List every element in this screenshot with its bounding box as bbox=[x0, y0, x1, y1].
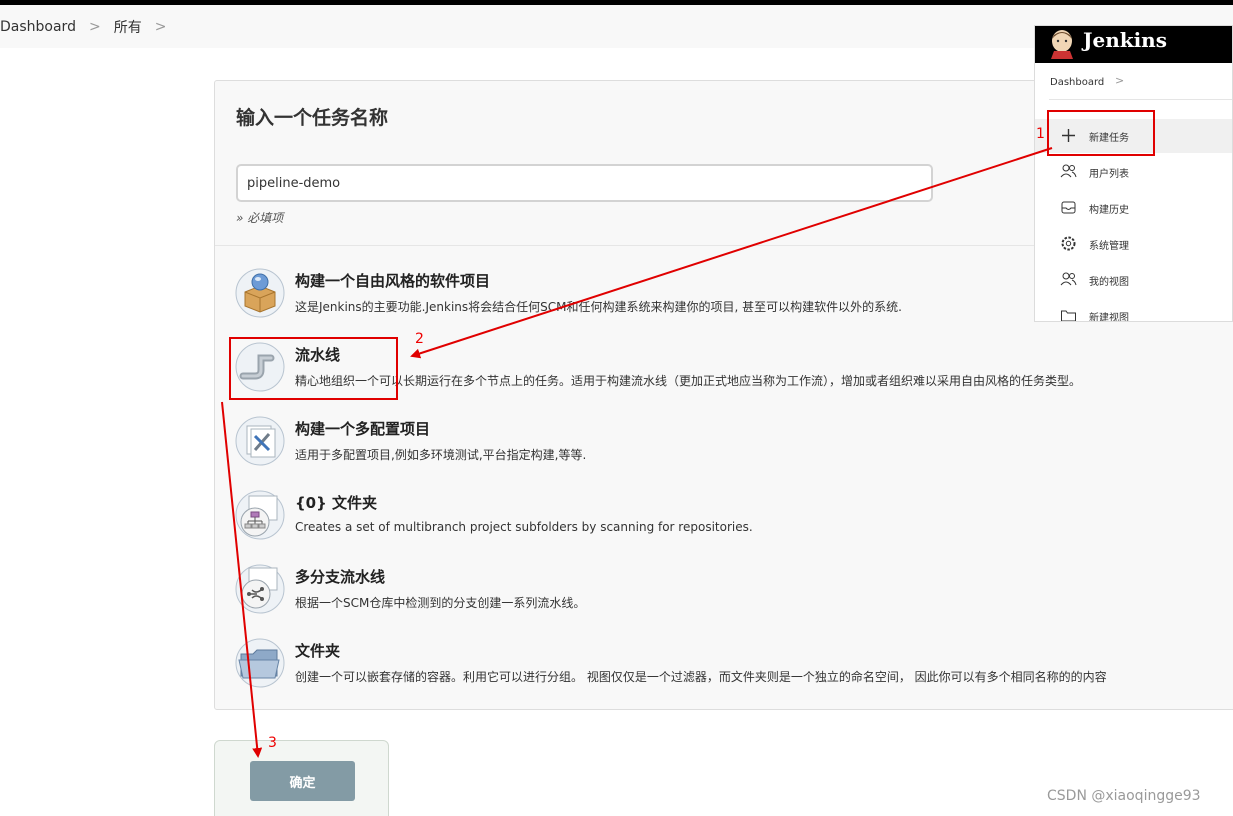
inbox-icon bbox=[1061, 201, 1076, 214]
inset-menu-label: 新建任务 bbox=[1089, 133, 1129, 144]
inset-menu-label: 系统管理 bbox=[1089, 241, 1129, 252]
inset-jenkins-sidebar: Jenkins Dashboard > 新建任务 用户列表 构建历史 系统管理 bbox=[1034, 25, 1233, 322]
jenkins-logo-icon bbox=[1051, 30, 1073, 59]
organization-folder-icon bbox=[235, 490, 285, 540]
page-title: 输入一个任务名称 bbox=[236, 107, 389, 129]
inset-menu-new-view[interactable]: 新建视图 bbox=[1035, 299, 1232, 322]
job-type-multibranch-pipeline[interactable]: 多分支流水线 根据一个SCM仓库中检测到的分支创建一系列流水线。 bbox=[235, 564, 1233, 634]
step-number-1: 1 bbox=[1036, 126, 1045, 142]
pipeline-icon bbox=[235, 342, 285, 392]
inset-header: Jenkins bbox=[1035, 26, 1232, 63]
inset-menu-users[interactable]: 用户列表 bbox=[1035, 155, 1232, 189]
inset-menu-label: 新建视图 bbox=[1089, 313, 1129, 322]
step-number-2: 2 bbox=[415, 331, 424, 347]
inset-breadcrumb-chevron-icon: > bbox=[1115, 74, 1125, 87]
job-title: 流水线 bbox=[295, 346, 341, 364]
breadcrumb-all[interactable]: 所有 bbox=[114, 17, 142, 37]
job-desc: 这是Jenkins的主要功能.Jenkins将会结合任何SCM和任何构建系统来构… bbox=[295, 300, 902, 314]
job-desc: 根据一个SCM仓库中检测到的分支创建一系列流水线。 bbox=[295, 596, 586, 610]
plus-icon bbox=[1062, 129, 1075, 142]
required-note: » 必填项 bbox=[236, 211, 284, 225]
job-desc: 创建一个可以嵌套存储的容器。利用它可以进行分组。 视图仅仅是一个过滤器，而文件夹… bbox=[295, 670, 1107, 684]
watermark: CSDN @xiaoqingge93 bbox=[1047, 788, 1201, 804]
jenkins-logo-text: Jenkins bbox=[1083, 28, 1167, 52]
item-name-input[interactable] bbox=[236, 164, 933, 202]
inset-breadcrumb-dashboard[interactable]: Dashboard bbox=[1050, 77, 1104, 88]
job-type-multi-config[interactable]: 构建一个多配置项目 适用于多配置项目,例如多环境测试,平台指定构建,等等. bbox=[235, 416, 1233, 486]
job-desc: 精心地组织一个可以长期运行在多个节点上的任务。适用于构建流水线（更加正式地应当称… bbox=[295, 374, 1082, 388]
inset-menu-my-views[interactable]: 我的视图 bbox=[1035, 263, 1232, 297]
breadcrumb-dashboard[interactable]: Dashboard bbox=[0, 19, 76, 35]
job-desc: Creates a set of multibranch project sub… bbox=[295, 520, 753, 534]
inset-menu-new-item[interactable]: 新建任务 bbox=[1035, 119, 1232, 153]
inset-menu-manage[interactable]: 系统管理 bbox=[1035, 227, 1232, 261]
breadcrumb-chevron-icon[interactable]: > bbox=[89, 19, 101, 35]
job-desc: 适用于多配置项目,例如多环境测试,平台指定构建,等等. bbox=[295, 448, 587, 462]
ok-button-area: 确定 bbox=[214, 740, 389, 816]
folder-outline-icon bbox=[1061, 310, 1076, 321]
gear-icon bbox=[1061, 236, 1076, 251]
people-icon bbox=[1060, 272, 1077, 286]
inset-menu-label: 构建历史 bbox=[1089, 205, 1129, 216]
breadcrumb-chevron-icon[interactable]: > bbox=[155, 19, 167, 35]
job-title: 多分支流水线 bbox=[295, 568, 386, 586]
freestyle-project-icon bbox=[235, 268, 285, 318]
step-number-3: 3 bbox=[268, 735, 277, 751]
multi-config-project-icon bbox=[235, 416, 285, 466]
users-icon bbox=[1060, 164, 1077, 178]
inset-divider bbox=[1049, 99, 1232, 100]
folder-icon bbox=[235, 638, 285, 688]
job-type-organization-folder[interactable]: {0} 文件夹 Creates a set of multibranch pro… bbox=[235, 490, 1233, 560]
job-title: {0} 文件夹 bbox=[295, 494, 378, 512]
job-title: 构建一个多配置项目 bbox=[295, 420, 431, 438]
inset-menu-label: 用户列表 bbox=[1089, 169, 1129, 180]
job-type-folder[interactable]: 文件夹 创建一个可以嵌套存储的容器。利用它可以进行分组。 视图仅仅是一个过滤器，… bbox=[235, 638, 1233, 708]
job-title: 构建一个自由风格的软件项目 bbox=[295, 272, 491, 290]
ok-button[interactable]: 确定 bbox=[250, 761, 355, 801]
inset-menu-build-history[interactable]: 构建历史 bbox=[1035, 191, 1232, 225]
multibranch-pipeline-icon bbox=[235, 564, 285, 614]
job-type-pipeline[interactable]: 流水线 精心地组织一个可以长期运行在多个节点上的任务。适用于构建流水线（更加正式… bbox=[235, 342, 1233, 412]
job-title: 文件夹 bbox=[295, 642, 341, 660]
inset-menu-label: 我的视图 bbox=[1089, 277, 1129, 288]
